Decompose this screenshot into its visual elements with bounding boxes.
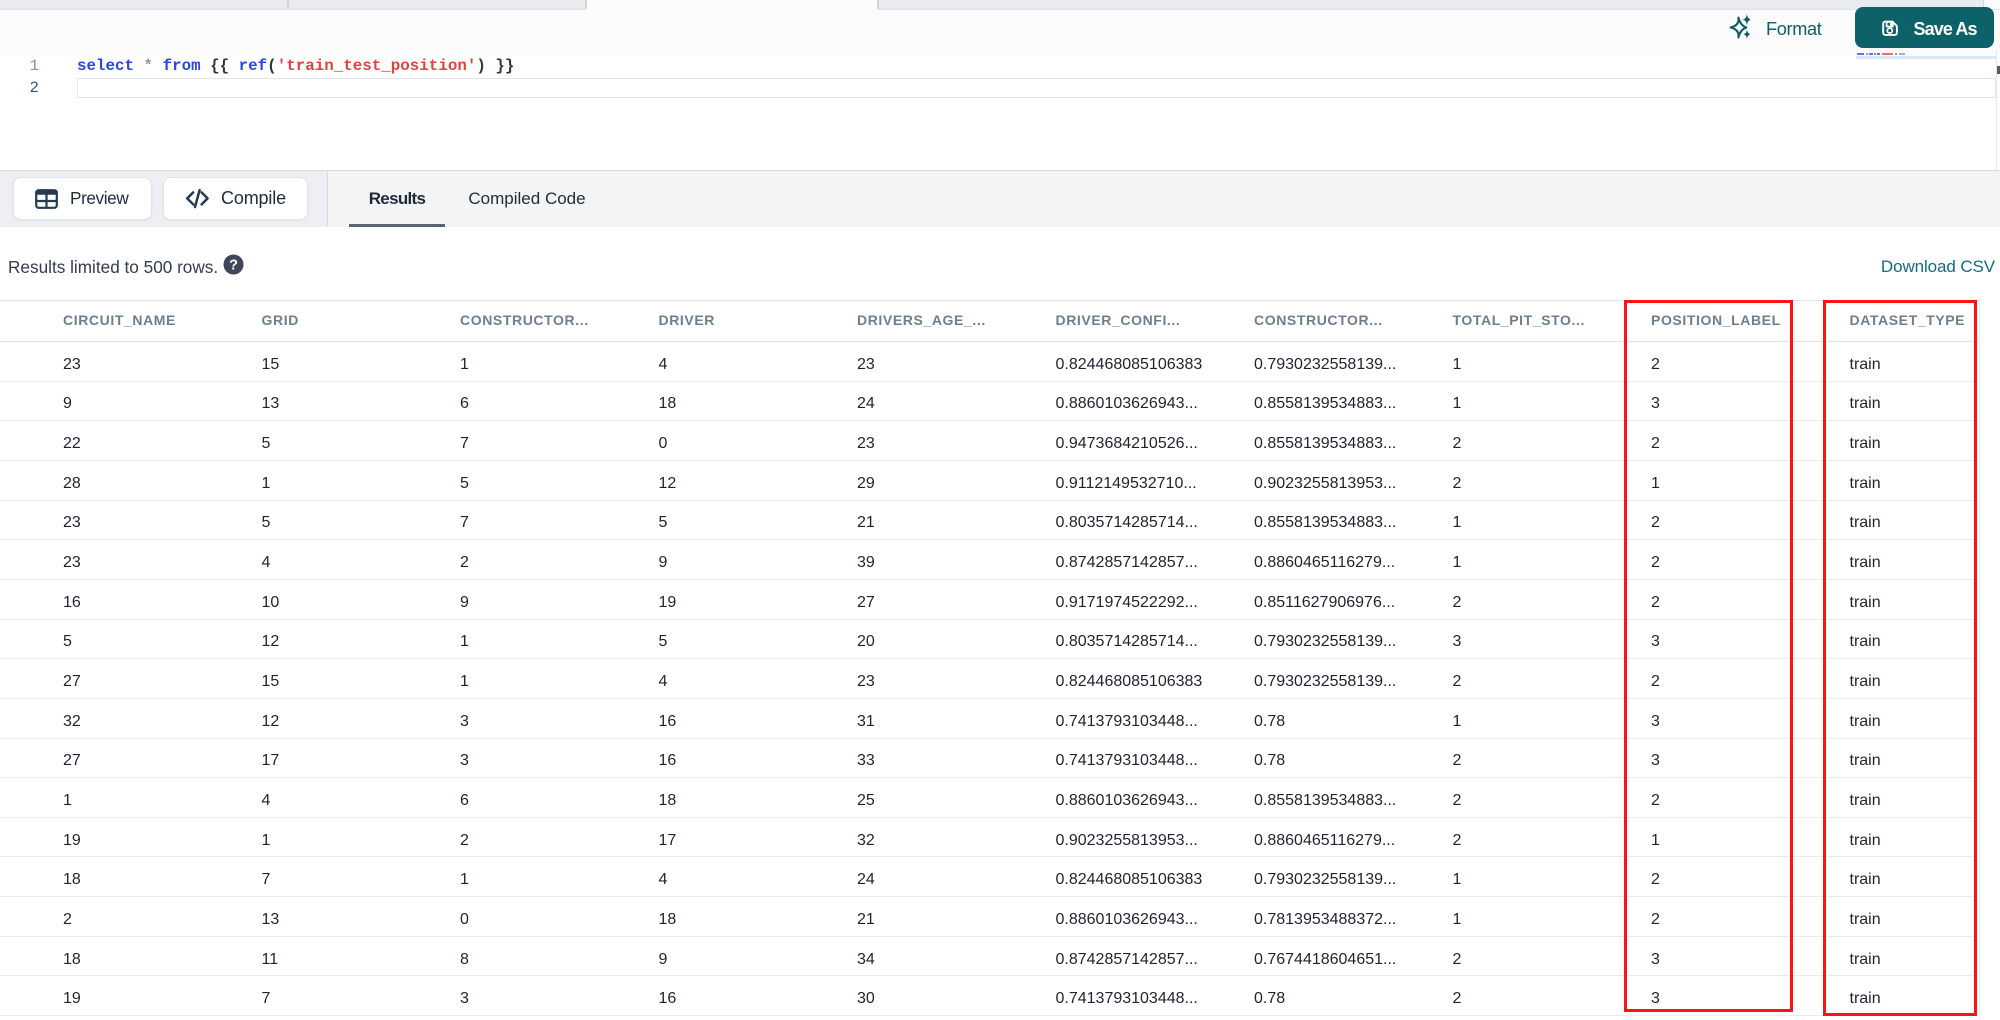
svg-text:?: ?: [229, 257, 238, 273]
